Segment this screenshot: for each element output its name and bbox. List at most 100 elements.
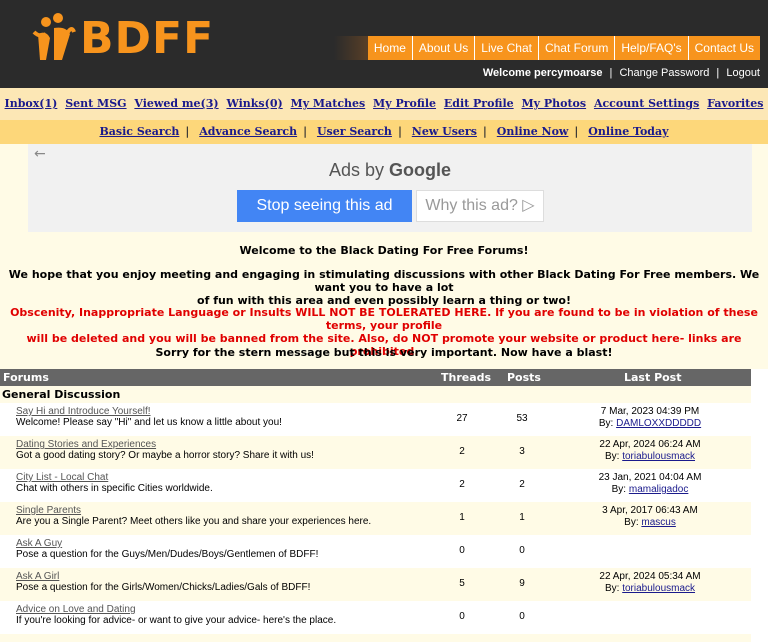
ad-banner: ← Ads by Google Stop seeing this ad Why … (28, 144, 752, 232)
separator: | (716, 67, 720, 79)
why-this-ad-button[interactable]: Why this ad? ▷ (416, 190, 544, 222)
forum-description: Got a good dating story? Or maybe a horr… (16, 450, 314, 461)
google-label: Google (389, 160, 452, 180)
separator: | (482, 125, 487, 138)
last-post-user-link[interactable]: DAMLOXXDDDDD (616, 418, 701, 429)
forum-title-link[interactable]: Single Parents (16, 505, 81, 516)
forum-title-link[interactable]: Ask A Girl (16, 571, 59, 582)
by-label: By: (604, 451, 620, 462)
forum-title-link[interactable]: Dating Stories and Experiences (16, 439, 156, 450)
edit-profile-link[interactable]: Edit Profile (444, 97, 514, 110)
winks-link[interactable]: Winks(0) (226, 97, 282, 110)
header-last-post: Last Post (624, 371, 682, 384)
last-post-info: 3 Apr, 2017 06:43 AM By: mascus (580, 505, 720, 529)
nav-help-faq[interactable]: Help/FAQ's (615, 36, 689, 60)
last-post-date: 22 Apr, 2024 06:24 AM (599, 439, 701, 450)
thread-count: 0 (459, 611, 465, 622)
search-nav: Basic Search | Advance Search | User Searc… (0, 120, 768, 144)
site-logo[interactable]: BDFF (32, 12, 214, 64)
post-count: 1 (519, 512, 525, 523)
forum-sorry: Sorry for the stern message but this is … (155, 346, 613, 359)
last-post-info: 22 Apr, 2024 06:24 AM By: toriabulousmack (580, 439, 720, 463)
by-label: By: (611, 484, 627, 495)
last-post-info: 7 Mar, 2023 04:39 PM By: DAMLOXXDDDDD (580, 406, 720, 430)
by-label: By: (598, 418, 614, 429)
main-nav: Home About Us Live Chat Chat Forum Help/… (367, 36, 760, 60)
account-settings-link[interactable]: Account Settings (594, 97, 699, 110)
last-post-user-link[interactable]: mamaligadoc (629, 484, 688, 495)
separator: | (397, 125, 402, 138)
nav-home[interactable]: Home (368, 36, 413, 60)
change-password-link[interactable]: Change Password (619, 67, 709, 79)
logo-area: BDFF (0, 0, 244, 88)
forum-table: Forums Threads Posts Last Post General D… (0, 369, 751, 634)
by-label: By: (624, 517, 639, 528)
forum-description: Chat with others in specific Cities worl… (16, 483, 213, 494)
nav-chat-forum[interactable]: Chat Forum (539, 36, 616, 60)
thread-count: 0 (459, 545, 465, 556)
last-post-by: By: toriabulousmack (580, 451, 720, 463)
thread-count: 2 (459, 479, 465, 490)
last-post-info: 22 Apr, 2024 05:34 AM By: toriabulousmack (580, 571, 720, 595)
forum-title-link[interactable]: Advice on Love and Dating (16, 604, 136, 615)
nav-live-chat[interactable]: Live Chat (475, 36, 539, 60)
logout-link[interactable]: Logout (726, 67, 760, 79)
last-post-by: By: mascus (580, 517, 720, 529)
forum-description: Are you a Single Parent? Meet others lik… (16, 516, 372, 527)
separator: | (185, 125, 190, 138)
new-users-link[interactable]: New Users (412, 125, 477, 138)
forum-description: Welcome! Please say "Hi" and let us know… (16, 417, 282, 428)
my-photos-link[interactable]: My Photos (521, 97, 586, 110)
nav-contact-us[interactable]: Contact Us (689, 36, 760, 60)
couple-icon (32, 12, 76, 64)
sent-msg-link[interactable]: Sent MSG (65, 97, 126, 110)
my-matches-link[interactable]: My Matches (291, 97, 366, 110)
post-count: 2 (519, 479, 525, 490)
online-today-link[interactable]: Online Today (588, 125, 668, 138)
basic-search-link[interactable]: Basic Search (100, 125, 180, 138)
warning-line-1: Obscenity, Inappropriate Language or Ins… (10, 306, 758, 332)
last-post-date: 3 Apr, 2017 06:43 AM (602, 505, 698, 516)
thread-count: 2 (459, 446, 465, 457)
table-row: Dating Stories and Experiences Got a good… (0, 436, 751, 469)
table-row: Ask A Girl Pose a question for the Girls/… (0, 568, 751, 601)
forum-title-link[interactable]: Say Hi and Introduce Yourself! (16, 406, 151, 417)
last-post-user-link[interactable]: toriabulousmack (622, 583, 695, 594)
account-nav: Inbox(1) Sent MSG Viewed me(3) Winks(0) … (0, 88, 768, 120)
thread-count: 5 (459, 578, 465, 589)
last-post-date: 7 Mar, 2023 04:39 PM (600, 406, 700, 417)
last-post-info: 23 Jan, 2021 04:04 AM By: mamaligadoc (580, 472, 720, 496)
forum-description: If you're looking for advice- or want to… (16, 615, 337, 626)
user-search-link[interactable]: User Search (317, 125, 392, 138)
forum-title-link[interactable]: Ask A Guy (16, 538, 62, 549)
separator: | (303, 125, 308, 138)
favorites-link[interactable]: Favorites (707, 97, 763, 110)
inbox-link[interactable]: Inbox(1) (5, 97, 58, 110)
last-post-user-link[interactable]: mascus (641, 517, 675, 528)
thread-count: 1 (459, 512, 465, 523)
post-count: 53 (516, 413, 528, 424)
last-post-by: By: mamaligadoc (580, 484, 720, 496)
site-header: BDFF Home About Us Live Chat Chat Forum … (0, 0, 768, 88)
thread-count: 27 (456, 413, 468, 424)
nav-about-us[interactable]: About Us (413, 36, 476, 60)
table-row: Say Hi and Introduce Yourself! Welcome! P… (0, 403, 751, 436)
intro-line-1: We hope that you enjoy meeting and engag… (8, 268, 760, 294)
welcome-user: Welcome percymoarse (482, 67, 603, 79)
forum-title-link[interactable]: City List - Local Chat (16, 472, 108, 483)
online-now-link[interactable]: Online Now (497, 125, 569, 138)
header-threads: Threads (441, 371, 492, 384)
viewed-me-link[interactable]: Viewed me(3) (134, 97, 218, 110)
post-count: 9 (519, 578, 525, 589)
header-posts: Posts (507, 371, 541, 384)
post-count: 0 (519, 545, 525, 556)
header-forums: Forums (3, 371, 49, 384)
table-header: Forums Threads Posts Last Post (0, 369, 751, 386)
last-post-date: 22 Apr, 2024 05:34 AM (599, 571, 701, 582)
advance-search-link[interactable]: Advance Search (199, 125, 297, 138)
ads-by-label: Ads by (328, 160, 384, 180)
last-post-user-link[interactable]: toriabulousmack (622, 451, 695, 462)
forum-description: Pose a question for the Girls/Women/Chic… (16, 582, 311, 593)
stop-seeing-ad-button[interactable]: Stop seeing this ad (237, 190, 412, 222)
my-profile-link[interactable]: My Profile (373, 97, 436, 110)
